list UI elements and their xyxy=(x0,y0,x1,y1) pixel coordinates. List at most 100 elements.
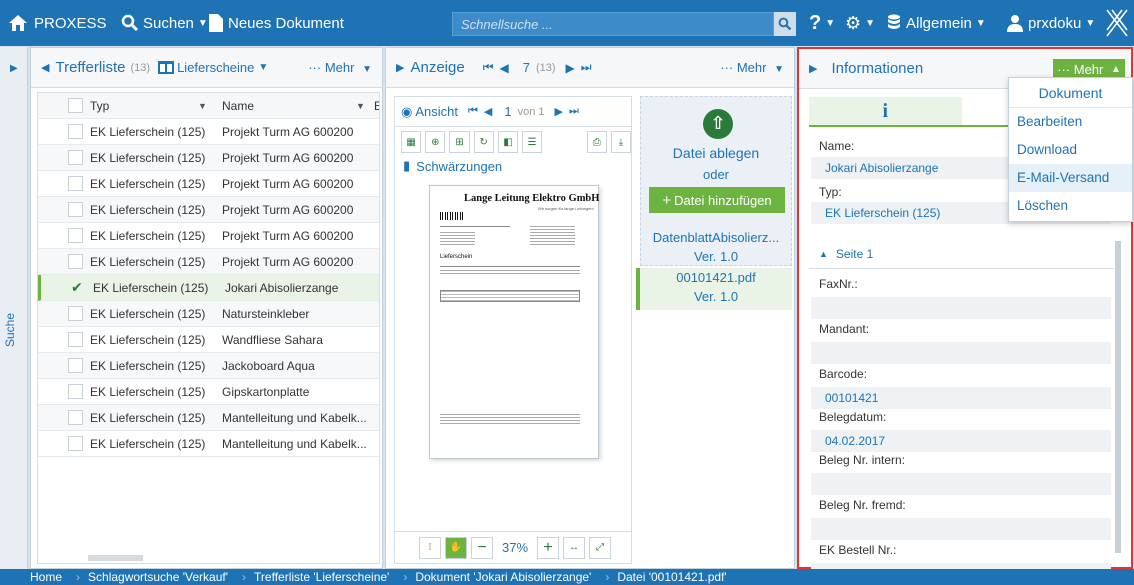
row-checkbox[interactable] xyxy=(68,384,83,399)
table-row[interactable]: EK Lieferschein (125) Projekt Turm AG 60… xyxy=(38,197,379,223)
print-icon[interactable]: ⎙ xyxy=(586,131,607,153)
info-more-button[interactable]: ··· Mehr ▲ xyxy=(1053,59,1125,79)
adjust-icon[interactable]: ☰ xyxy=(522,131,543,153)
row-checkbox[interactable] xyxy=(68,332,83,347)
split-icon[interactable]: ◧ xyxy=(497,131,519,153)
row-checkbox[interactable] xyxy=(68,176,83,191)
results-more-button[interactable]: ··· Mehr ▼ xyxy=(308,60,372,75)
file-item-selected[interactable]: 00101421.pdf Ver. 1.0 xyxy=(636,268,792,310)
table-row[interactable]: EK Lieferschein (125) Mantelleitung und … xyxy=(38,405,379,431)
zoom-out-icon[interactable]: − xyxy=(471,536,493,559)
col-b-header[interactable]: B xyxy=(374,99,379,113)
breadcrumb-item[interactable]: Dokument 'Jokari Abisolierzange' xyxy=(415,570,591,584)
row-checkbox[interactable] xyxy=(68,228,83,243)
table-row[interactable]: EK Lieferschein (125) Projekt Turm AG 60… xyxy=(38,145,379,171)
sort-down-icon[interactable]: ▼ xyxy=(356,101,365,111)
table-row[interactable]: EK Lieferschein (125) Projekt Turm AG 60… xyxy=(38,249,379,275)
section-seite-1[interactable]: ▲ Seite 1 xyxy=(809,239,1114,269)
row-checkbox[interactable] xyxy=(68,436,83,451)
search-sidebar[interactable]: ▶ Suche xyxy=(0,47,28,569)
filter-dropdown[interactable]: Lieferscheine ▼ xyxy=(158,60,268,75)
rotate-icon[interactable]: ↻ xyxy=(473,131,494,153)
field-value[interactable] xyxy=(811,342,1111,364)
table-row[interactable]: EK Lieferschein (125) Projekt Turm AG 60… xyxy=(38,119,379,145)
expand-arrow-icon[interactable]: ▶ xyxy=(396,61,404,74)
vertical-scrollbar[interactable] xyxy=(1115,241,1121,553)
table-row[interactable]: EK Lieferschein (125) Wandfliese Sahara xyxy=(38,327,379,353)
menu-item-bearbeiten[interactable]: Bearbeiten xyxy=(1009,108,1132,136)
expand-arrow-icon[interactable]: ▶ xyxy=(809,62,817,75)
last-page-icon[interactable]: ⏭ xyxy=(569,105,579,118)
table-row[interactable]: EK Lieferschein (125) Natursteinkleber xyxy=(38,301,379,327)
first-page-icon[interactable]: ⏮ xyxy=(468,105,478,118)
brand[interactable]: PROXESS xyxy=(8,0,107,46)
last-page-icon[interactable]: ⏭ xyxy=(581,60,592,75)
file-item[interactable]: DatenblattAbisolierz... Ver. 1.0 xyxy=(640,226,792,270)
user-menu[interactable]: prxdoku ▼ xyxy=(1007,0,1095,46)
row-checkbox[interactable] xyxy=(68,150,83,165)
expand-arrow-icon[interactable]: ▶ xyxy=(10,63,18,74)
viewer-more-button[interactable]: ··· Mehr ▼ xyxy=(720,60,784,75)
table-row[interactable]: EK Lieferschein (125) Jackoboard Aqua xyxy=(38,353,379,379)
col-typ-header[interactable]: Typ xyxy=(90,99,109,113)
horizontal-scrollbar[interactable] xyxy=(88,555,143,561)
field-value[interactable]: 00101421 xyxy=(811,387,1111,409)
table-row[interactable]: EK Lieferschein (125) Projekt Turm AG 60… xyxy=(38,223,379,249)
row-checkbox[interactable] xyxy=(68,124,83,139)
menu-item-email[interactable]: E-Mail-Versand xyxy=(1009,164,1132,192)
table-row[interactable]: EK Lieferschein (125) Mantelleitung und … xyxy=(38,431,379,457)
breadcrumb-item[interactable]: Datei '00101421.pdf' xyxy=(617,570,726,584)
breadcrumb-item[interactable]: Schlagwortsuche 'Verkauf' xyxy=(88,570,228,584)
quick-search-button[interactable] xyxy=(774,12,796,36)
table-row[interactable]: ✔ EK Lieferschein (125) Jokari Abisolier… xyxy=(38,275,379,301)
field-value[interactable] xyxy=(811,518,1111,540)
breadcrumb-item[interactable]: Trefferliste 'Lieferscheine' xyxy=(254,570,389,584)
search-menu[interactable]: Suchen ▼ xyxy=(121,0,208,46)
settings-menu[interactable]: ⚙ ▼ xyxy=(845,0,875,46)
table-row[interactable]: EK Lieferschein (125) Projekt Turm AG 60… xyxy=(38,171,379,197)
table-row[interactable]: EK Lieferschein (125) Gipskartonplatte xyxy=(38,379,379,405)
hand-icon[interactable]: ✋ xyxy=(445,536,467,559)
row-checkbox[interactable]: ✔ xyxy=(71,280,86,295)
view-page-number[interactable]: 1 xyxy=(504,104,511,119)
menu-item-download[interactable]: Download xyxy=(1009,136,1132,164)
col-name-header[interactable]: Name xyxy=(222,99,254,113)
add-file-button[interactable]: + Datei hinzufügen xyxy=(649,187,785,213)
fit-page-icon[interactable]: ⊞ xyxy=(449,131,470,153)
zoom-level[interactable]: 37% xyxy=(497,540,533,555)
breadcrumb-item[interactable]: Home xyxy=(30,570,62,584)
next-page-icon[interactable]: ▶ xyxy=(555,105,563,118)
select-all-checkbox[interactable] xyxy=(68,98,83,113)
page-number[interactable]: 7 xyxy=(523,60,530,75)
row-checkbox[interactable] xyxy=(68,410,83,425)
row-checkbox[interactable] xyxy=(68,358,83,373)
zoom-in-icon[interactable]: ⊕ xyxy=(425,131,446,153)
field-value[interactable]: 04.02.2017 xyxy=(811,430,1111,452)
workspace-menu[interactable]: Allgemein ▼ xyxy=(887,0,986,46)
prev-page-icon[interactable]: ◀ xyxy=(500,61,509,75)
tab-ansicht[interactable]: ◉ Ansicht xyxy=(401,104,458,120)
prev-page-icon[interactable]: ◀ xyxy=(484,105,492,118)
text-cursor-icon[interactable]: I xyxy=(419,536,441,559)
menu-item-loeschen[interactable]: Löschen xyxy=(1009,192,1132,220)
download-icon[interactable]: ⤓ xyxy=(610,131,632,153)
quick-search-input[interactable] xyxy=(453,13,773,35)
document-page-preview[interactable]: Lange Leitung Elektro GmbH Wir sorgen fü… xyxy=(429,185,599,459)
new-document-button[interactable]: Neues Dokument xyxy=(209,0,344,46)
row-checkbox[interactable] xyxy=(68,254,83,269)
first-page-icon[interactable]: ⏮ xyxy=(483,60,494,75)
field-value[interactable] xyxy=(811,473,1111,495)
zoom-in-icon[interactable]: + xyxy=(537,536,559,559)
row-checkbox[interactable] xyxy=(68,202,83,217)
redactions-section[interactable]: ▮ Schwärzungen xyxy=(395,157,631,175)
help-menu[interactable]: ? ▼ xyxy=(809,0,835,46)
row-checkbox[interactable] xyxy=(68,306,83,321)
info-icon[interactable]: i xyxy=(809,97,962,125)
field-value[interactable] xyxy=(811,297,1111,319)
sort-down-icon[interactable]: ▼ xyxy=(198,101,207,111)
next-page-icon[interactable]: ▶ xyxy=(566,61,575,75)
collapse-left-icon[interactable]: ◀ xyxy=(41,61,49,74)
fullscreen-icon[interactable]: ⤢ xyxy=(589,536,611,559)
fit-width-icon[interactable]: ↔ xyxy=(563,536,585,559)
thumbnails-icon[interactable]: ▦ xyxy=(401,131,422,153)
